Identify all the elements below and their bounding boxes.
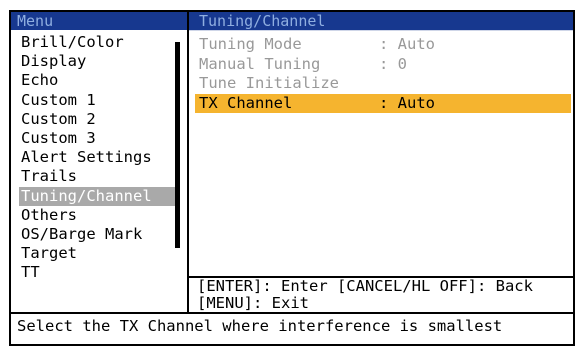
menu-item-target[interactable]: Target xyxy=(19,244,177,263)
menu-window: Menu Brill/Color Display Echo Custom 1 C… xyxy=(9,10,575,346)
status-bar: Select the TX Channel where interference… xyxy=(11,312,573,344)
menu-item-echo[interactable]: Echo xyxy=(19,71,177,90)
menu-item-others[interactable]: Others xyxy=(19,206,177,225)
setting-label: TX Channel xyxy=(199,93,293,112)
setting-value: : Auto xyxy=(379,35,435,53)
menu-item-display[interactable]: Display xyxy=(19,52,177,71)
setting-manual-tuning[interactable]: Manual Tuning : 0 xyxy=(195,55,571,75)
setting-tuning-mode[interactable]: Tuning Mode : Auto xyxy=(195,35,571,55)
key-help: [ENTER]: Enter [CANCEL/HL OFF]: Back [ME… xyxy=(189,276,573,312)
setting-label: Tune Initialize xyxy=(199,74,339,92)
setting-tune-initialize[interactable]: Tune Initialize xyxy=(195,74,571,94)
setting-label: Tuning Mode xyxy=(199,35,302,53)
key-help-line-2: [MENU]: Exit xyxy=(197,294,309,312)
menu-item-brill-color[interactable]: Brill/Color xyxy=(19,33,177,52)
setting-tx-channel[interactable]: TX Channel : Auto xyxy=(195,93,571,113)
menu-item-os-barge-mark[interactable]: OS/Barge Mark xyxy=(19,225,177,244)
menu-item-tt[interactable]: TT xyxy=(19,263,177,282)
key-help-line-1: [ENTER]: Enter [CANCEL/HL OFF]: Back xyxy=(197,277,533,295)
setting-value: : Auto xyxy=(379,93,435,112)
settings-panel: Tuning/Channel Tuning Mode : Auto Manual… xyxy=(189,12,573,312)
menu-item-custom-2[interactable]: Custom 2 xyxy=(19,110,177,129)
menu-item-tuning-channel[interactable]: Tuning/Channel xyxy=(19,186,177,206)
panel-title: Tuning/Channel xyxy=(189,12,573,31)
menu-scrollbar[interactable] xyxy=(175,42,180,248)
menu-title: Menu xyxy=(11,12,187,30)
menu-item-custom-1[interactable]: Custom 1 xyxy=(19,91,177,110)
menu-item-alert-settings[interactable]: Alert Settings xyxy=(19,148,177,167)
menu-item-trails[interactable]: Trails xyxy=(19,167,177,186)
setting-label: Manual Tuning xyxy=(199,54,321,73)
menu-item-custom-3[interactable]: Custom 3 xyxy=(19,129,177,148)
menu-list: Brill/Color Display Echo Custom 1 Custom… xyxy=(19,33,177,282)
settings-list: Tuning Mode : Auto Manual Tuning : 0 Tun… xyxy=(195,35,571,113)
setting-value: : 0 xyxy=(379,54,407,73)
menu-panel: Menu Brill/Color Display Echo Custom 1 C… xyxy=(11,12,189,312)
